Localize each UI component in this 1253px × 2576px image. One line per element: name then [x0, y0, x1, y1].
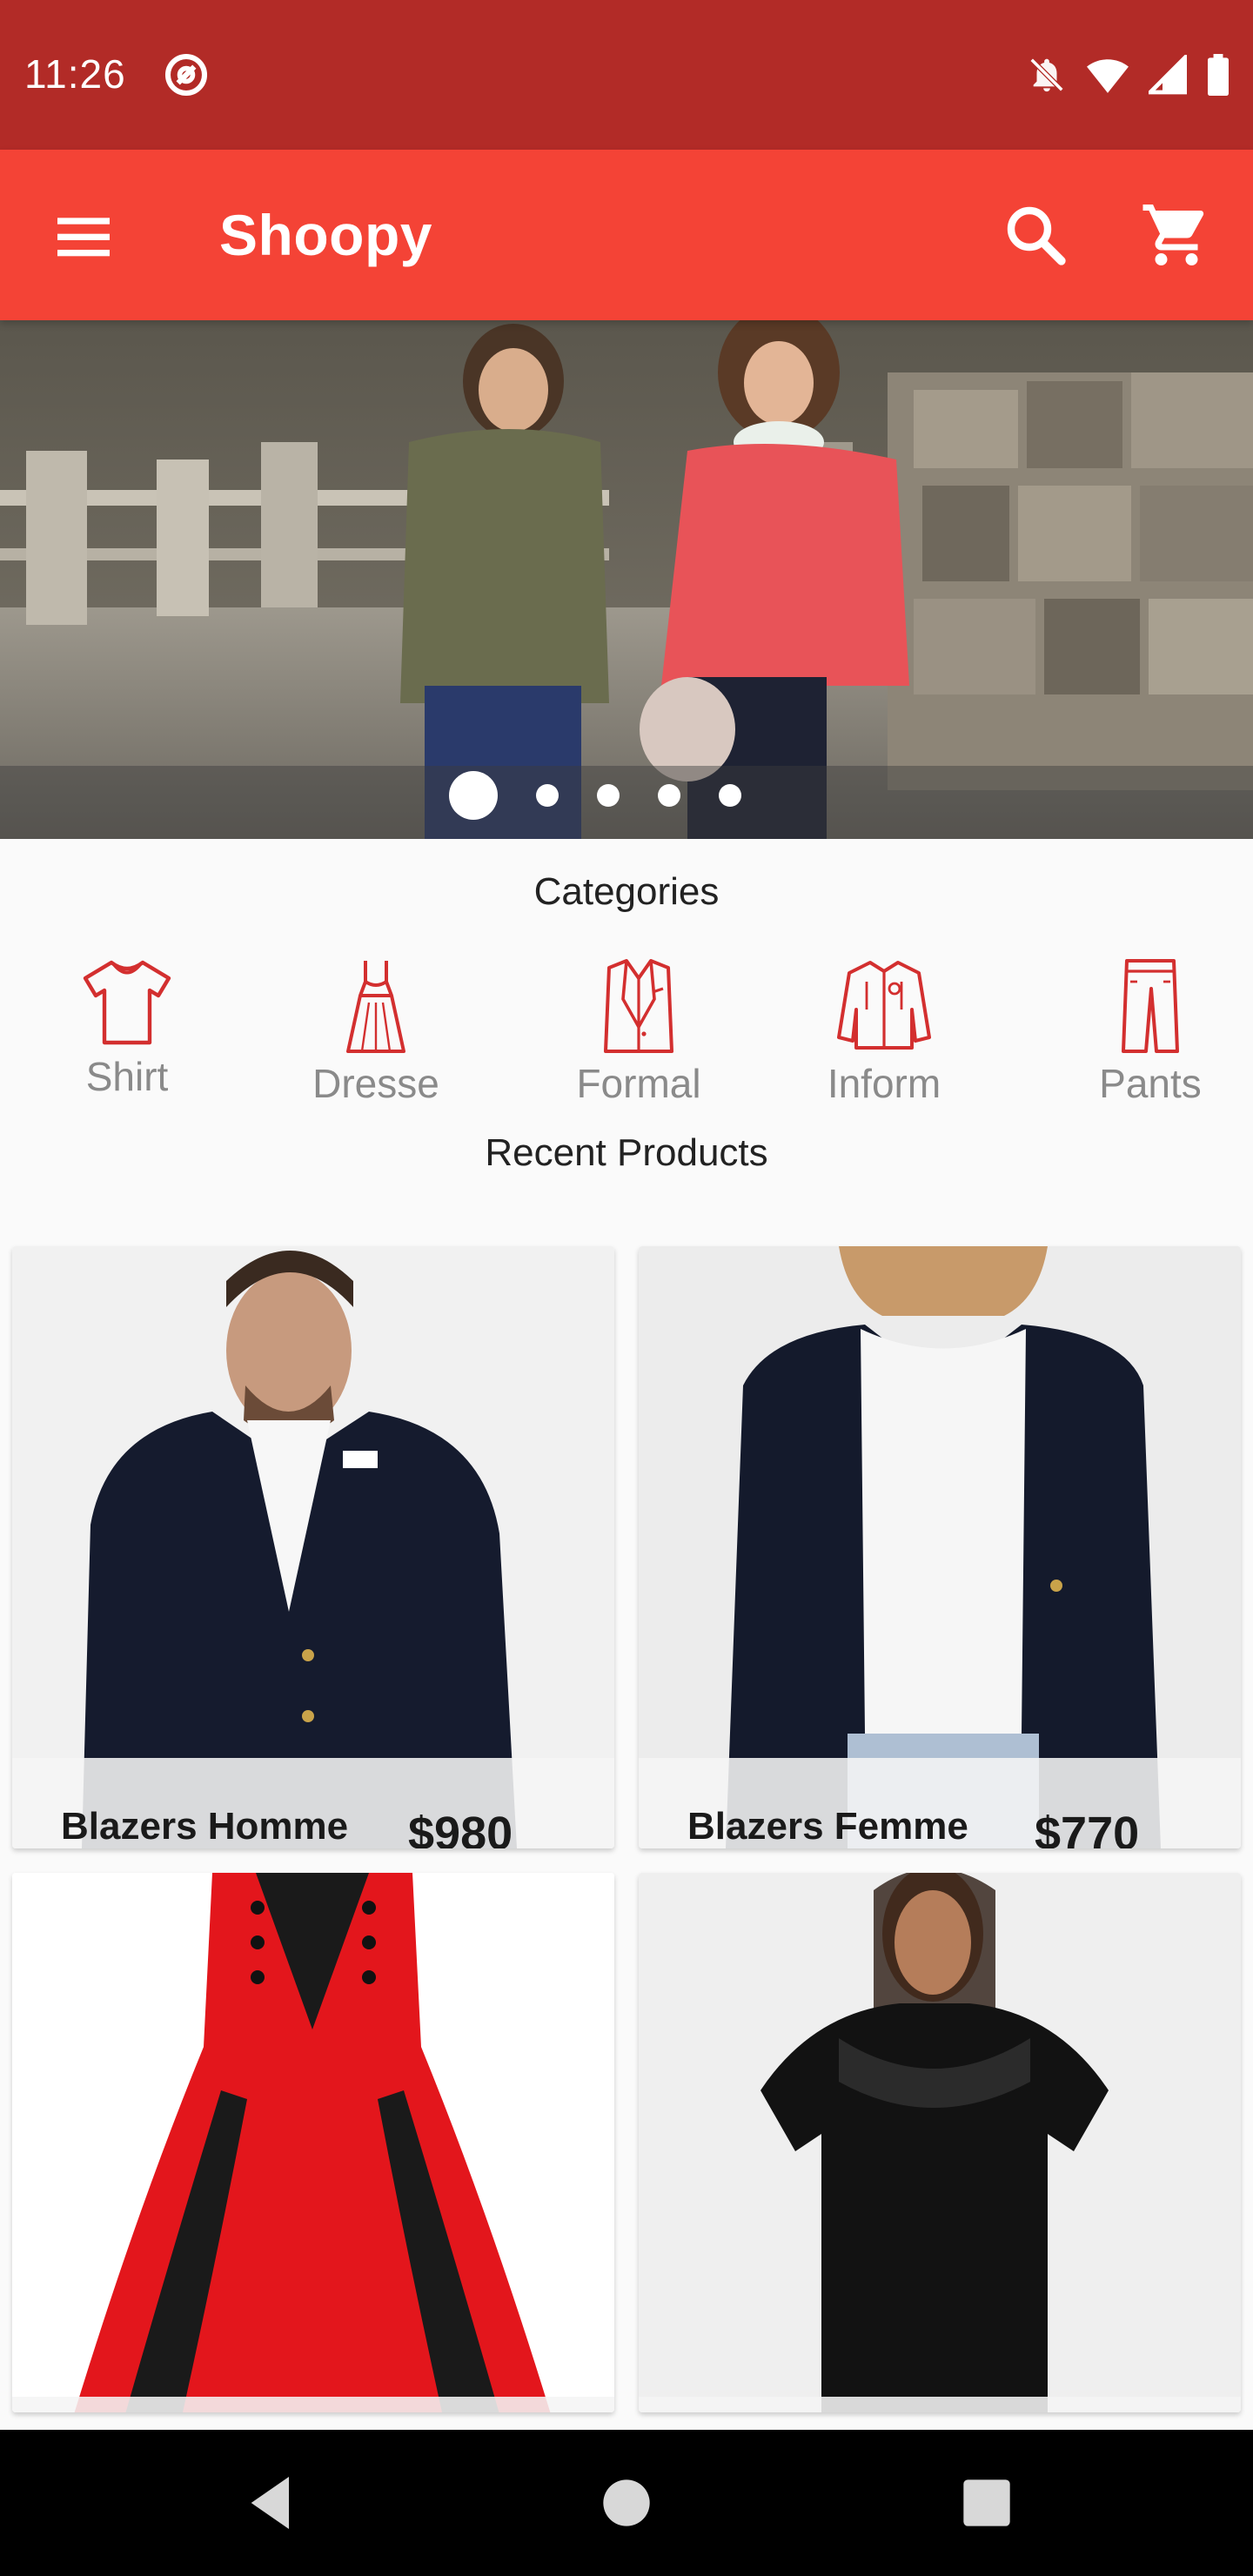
category-shirt[interactable]: Shirt	[40, 957, 214, 1100]
recent-products-title: Recent Products	[485, 1131, 768, 1174]
cart-icon[interactable]	[1140, 198, 1213, 272]
category-inform[interactable]: Inform	[797, 957, 971, 1107]
bell-off-icon	[1029, 57, 1064, 92]
status-bar: 11:26	[0, 0, 1253, 150]
carousel-dot-5[interactable]	[719, 784, 741, 807]
sync-icon	[164, 53, 208, 97]
carousel-dot-4[interactable]	[658, 784, 680, 807]
product-price: $980	[408, 1808, 513, 1848]
banner-image	[0, 320, 1253, 839]
wifi-icon	[1087, 59, 1129, 93]
dress-icon	[346, 961, 405, 1053]
categories-row: Shirt Dresse Formal Inform Pants	[0, 957, 1253, 1114]
app-bar: Shoopy	[0, 150, 1253, 320]
status-icons	[1027, 54, 1230, 96]
signal-icon	[1149, 55, 1187, 95]
category-label: Dresse	[312, 1061, 439, 1106]
product-footer	[639, 2397, 1241, 2412]
product-price: $770	[1035, 1808, 1140, 1848]
recents-icon[interactable]	[952, 2468, 1022, 2538]
formal-icon	[604, 959, 673, 1053]
pants-icon	[1122, 959, 1179, 1053]
product-image	[12, 1873, 614, 2412]
carousel-dots	[0, 771, 1253, 820]
category-label: Formal	[576, 1061, 701, 1106]
battery-icon	[1208, 54, 1229, 96]
system-nav-bar	[0, 2430, 1253, 2576]
home-icon[interactable]	[592, 2468, 661, 2538]
back-icon[interactable]	[237, 2468, 306, 2538]
product-card[interactable]	[12, 1873, 614, 2412]
search-icon[interactable]	[999, 198, 1072, 272]
category-label: Inform	[827, 1061, 941, 1106]
app-title: Shoopy	[219, 203, 432, 267]
menu-icon[interactable]	[49, 202, 118, 272]
category-pants[interactable]: Pants	[1063, 957, 1237, 1107]
category-formal[interactable]: Formal	[552, 957, 726, 1107]
product-image	[639, 1873, 1241, 2412]
product-name: Blazers Femme	[687, 1805, 968, 1848]
categories-title: Categories	[533, 870, 720, 913]
product-name: Blazers Homme	[61, 1805, 349, 1848]
category-dresse[interactable]: Dresse	[289, 957, 463, 1107]
carousel-dot-1[interactable]	[449, 771, 498, 820]
carousel-dot-2[interactable]	[536, 784, 559, 807]
product-card[interactable]	[639, 1873, 1241, 2412]
banner-carousel[interactable]	[0, 320, 1253, 839]
product-card[interactable]: Blazers Femme $770	[639, 1246, 1241, 1848]
jacket-icon	[837, 961, 931, 1050]
product-footer	[12, 2397, 614, 2412]
status-time: 11:26	[24, 51, 126, 97]
category-label: Shirt	[85, 1054, 169, 1099]
product-footer: Blazers Femme $770	[639, 1758, 1241, 1848]
product-card[interactable]: Blazers Homme $980	[12, 1246, 614, 1848]
shirt-icon	[83, 960, 171, 1045]
carousel-dot-3[interactable]	[597, 784, 620, 807]
category-label: Pants	[1099, 1061, 1202, 1106]
app-screen: 11:26 Shoopy Categories Shirt Dresse For…	[0, 0, 1253, 2576]
product-footer: Blazers Homme $980	[12, 1758, 614, 1848]
